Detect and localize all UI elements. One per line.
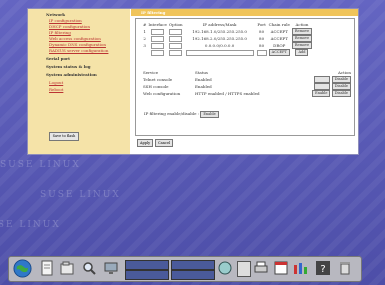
enable-button[interactable]: Enable <box>312 90 331 97</box>
ip-mask: 192.168.2.0/255.255.255.0 <box>192 36 247 41</box>
service-row: Telnet console Enabled Disable <box>142 76 352 83</box>
option-select[interactable] <box>169 35 183 42</box>
remove-button[interactable]: Remove <box>291 28 313 35</box>
sidebar-section-status[interactable]: System status & log <box>46 64 130 69</box>
chain-rule: DROP <box>273 43 286 48</box>
sidebar-section-serial[interactable]: Serial port <box>46 56 130 61</box>
document-icon[interactable] <box>39 260 55 276</box>
apply-button[interactable]: Apply <box>137 139 154 147</box>
sidebar-link-ip-filtering[interactable]: IP filtering <box>49 30 130 35</box>
service-table: Service Status Action Telnet console Ena… <box>142 69 352 97</box>
sidebar-link-ddns[interactable]: Dynamic DNS configuration <box>49 42 130 47</box>
cancel-button[interactable]: Cancel <box>155 139 174 147</box>
printer-icon[interactable] <box>253 260 269 276</box>
interface-select[interactable] <box>151 28 165 35</box>
save-to-flash-button[interactable]: Save to flash <box>49 132 79 141</box>
sidebar-link-dhcp[interactable]: DHCP configuration <box>49 24 130 29</box>
col-header: Interface <box>148 22 167 27</box>
option-select[interactable] <box>169 42 183 49</box>
ip-mask: 192.168.1.0/255.255.255.0 <box>192 29 247 34</box>
globe-icon[interactable] <box>13 259 32 278</box>
sidebar-link-ip-config[interactable]: IP configuration <box>49 18 130 23</box>
calendar-icon[interactable] <box>273 260 289 276</box>
page-title: IP filtering <box>131 9 358 16</box>
chain-rule: ACCEPT <box>270 29 288 34</box>
option-select[interactable] <box>169 28 183 35</box>
service-status: Enabled <box>195 77 212 82</box>
taskbar: ? <box>8 256 362 282</box>
sidebar-section-network: Network <box>46 12 66 17</box>
remove-button[interactable]: Remove <box>291 42 313 49</box>
sidebar-link-web-access[interactable]: Web access configuration <box>49 36 130 41</box>
col-header: Chain rule <box>268 22 290 27</box>
ip-mask-input[interactable] <box>185 49 254 56</box>
chain-rule: ACCEPT <box>270 36 288 41</box>
col-header: Port <box>257 22 266 27</box>
web-page: Network IP configuration DHCP configurat… <box>27 8 359 155</box>
service-status: Enabled <box>195 84 212 89</box>
sidebar: Network IP configuration DHCP configurat… <box>28 9 130 154</box>
add-button[interactable]: Add <box>295 49 309 56</box>
workspace-icon[interactable] <box>237 261 251 277</box>
filter-toggle-select[interactable]: Enable <box>200 111 219 118</box>
task-button[interactable] <box>125 270 169 280</box>
service-row: Web configuration HTTP enabled / HTTPS e… <box>142 90 352 97</box>
wallpaper-text: SUSE LINUX <box>40 190 121 200</box>
port: 80 <box>259 29 265 34</box>
service-name: Web configuration <box>143 91 181 96</box>
col-header: Option <box>168 22 183 27</box>
chart-icon[interactable] <box>292 260 308 276</box>
col-header: Service <box>143 70 159 75</box>
col-header: Status <box>195 70 208 75</box>
service-name: Telnet console <box>143 77 173 82</box>
main-content: IP filtering # Interface Option IP addre… <box>131 9 358 154</box>
option-select[interactable] <box>169 49 183 56</box>
port: 80 <box>259 36 265 41</box>
network-icon[interactable] <box>217 260 233 276</box>
disable-button[interactable]: Disable <box>331 76 351 83</box>
chain-rule-select[interactable]: ACCEPT <box>268 49 290 56</box>
sidebar-link-reboot[interactable]: Reboot <box>49 87 130 92</box>
search-icon[interactable] <box>81 260 97 276</box>
table-row: 2 192.168.2.0/255.255.255.0 80 ACCEPT Re… <box>142 35 313 42</box>
col-header: Action <box>338 70 351 75</box>
filter-table: # Interface Option IP address/Mask Port … <box>142 21 313 56</box>
task-button[interactable] <box>171 270 215 280</box>
new-rule-row: ACCEPT Add <box>142 49 313 56</box>
sidebar-link-logout[interactable]: Logout <box>49 80 130 85</box>
port-input[interactable] <box>256 49 267 56</box>
disable-button[interactable]: Disable <box>331 83 351 90</box>
folder-icon[interactable] <box>59 260 75 276</box>
interface-select[interactable] <box>151 42 165 49</box>
table-row: 3 0.0.0.0/0.0.0.0 80 DROP Remove <box>142 42 313 49</box>
service-name: SSH console <box>143 84 169 89</box>
interface-select[interactable] <box>151 35 165 42</box>
port: 80 <box>259 43 265 48</box>
remove-button[interactable]: Remove <box>291 35 313 42</box>
filter-panel: # Interface Option IP address/Mask Port … <box>135 18 355 136</box>
task-button[interactable] <box>171 260 215 270</box>
table-row: 1 192.168.1.0/255.255.255.0 80 ACCEPT Re… <box>142 28 313 35</box>
service-row: SSH console Enabled Disable <box>142 83 352 90</box>
wallpaper-text: SUSE LINUX <box>0 220 61 230</box>
filter-toggle: IP filtering enable/disable : Enable <box>144 111 219 118</box>
ip-mask: 0.0.0.0/0.0.0.0 <box>204 43 235 48</box>
svg-text:?: ? <box>320 264 325 275</box>
sidebar-link-radius[interactable]: RADIUS server configuration <box>49 48 130 53</box>
monitor-icon[interactable] <box>103 260 119 276</box>
col-header: IP address/Mask <box>202 22 237 27</box>
interface-select[interactable] <box>151 49 165 56</box>
sidebar-section-admin[interactable]: System administration <box>46 72 130 77</box>
disable-button[interactable]: Disable <box>331 90 351 97</box>
col-header: Action <box>295 22 309 27</box>
service-status: HTTP enabled / HTTPS enabled <box>195 91 260 96</box>
filter-toggle-label: IP filtering enable/disable : <box>144 111 200 116</box>
wallpaper-text: SUSE LINUX <box>0 160 81 170</box>
help-icon[interactable]: ? <box>315 260 331 276</box>
task-button[interactable] <box>125 260 169 270</box>
trash-icon[interactable] <box>337 260 353 276</box>
